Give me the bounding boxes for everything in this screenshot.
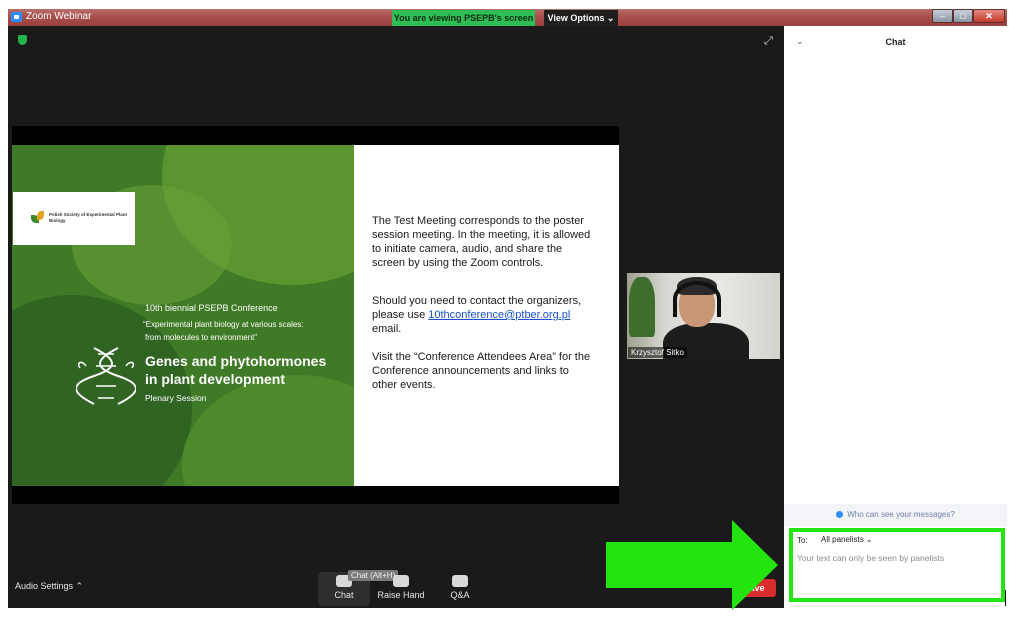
chat-input-placeholder[interactable]: Your text can only be seen by panelists (797, 553, 944, 563)
organizer-email-link[interactable]: 10thconference@ptber.org.pl (428, 309, 570, 321)
chat-button-label: Chat (334, 590, 354, 600)
participant-name: Krzysztof Sitko (628, 347, 687, 358)
shared-screen-slide: Polish Society of Experimental Plant Bio… (12, 126, 619, 504)
view-options-button[interactable]: View Options ⌄ (544, 10, 618, 26)
qa-icon (452, 575, 468, 587)
zoom-window: Zoom Webinar You are viewing PSEPB's scr… (0, 0, 1024, 624)
info-paragraph-2-end: email. (372, 323, 402, 335)
audio-settings-button[interactable]: Audio Settings ⌃ (15, 581, 83, 592)
to-label: To: (797, 536, 808, 545)
window-title: Zoom Webinar (26, 11, 92, 22)
slide-green-panel: Polish Society of Experimental Plant Bio… (12, 145, 354, 486)
zoom-app-icon (11, 12, 22, 22)
headset-icon (673, 281, 721, 317)
info-paragraph-1: The Test Meeting corresponds to the post… (372, 215, 591, 269)
chat-title: Chat (885, 37, 906, 47)
slide-info-panel: The Test Meeting corresponds to the post… (354, 145, 619, 486)
hand-icon (393, 575, 409, 587)
leaf-logo-icon (29, 209, 45, 227)
text-cursor (1005, 590, 1006, 606)
recipient-select[interactable]: All panelists ⌄ (821, 535, 873, 544)
info-paragraph-3: Visit the “Conference Attendees Area” fo… (372, 351, 591, 391)
maximize-button[interactable]: □ (953, 9, 973, 23)
dna-icon (76, 347, 136, 405)
info-paragraph-2: Should you need to contact the organizer… (372, 294, 597, 336)
conference-subtitle-line-1: “Experimental plant biology at various s… (143, 320, 304, 329)
security-shield-icon[interactable] (18, 35, 27, 45)
decor-blob (182, 375, 354, 486)
people-icon (836, 511, 844, 519)
who-can-see-text: Who can see your messages? (847, 510, 955, 519)
chat-panel: ⌄ Chat Who can see your messages? To: Al… (784, 26, 1007, 608)
who-can-see-link[interactable]: Who can see your messages? (784, 504, 1007, 526)
session-title-line-2: in plant development (145, 371, 286, 387)
conference-title: 10th biennial PSEPB Conference (145, 303, 278, 313)
logo-text: Polish Society of Experimental Plant Bio… (49, 212, 128, 223)
fullscreen-expand-icon[interactable]: ⤢ (764, 35, 773, 48)
close-button[interactable]: ✕ (973, 9, 1005, 23)
minimize-button[interactable]: – (932, 9, 953, 23)
video-plant (629, 277, 655, 337)
raise-hand-label: Raise Hand (377, 590, 425, 600)
highlight-arrow-icon (606, 520, 778, 610)
chat-input-area[interactable]: To: All panelists ⌄ Your text can only b… (789, 528, 1005, 602)
qa-label: Q&A (450, 590, 470, 600)
society-logo: Polish Society of Experimental Plant Bio… (13, 192, 135, 245)
conference-subtitle-line-2: from molecules to environment” (145, 333, 258, 342)
participant-video[interactable]: Krzysztof Sitko (627, 273, 780, 359)
raise-hand-button[interactable]: Raise Hand (375, 572, 427, 606)
qa-button[interactable]: Q&A (434, 572, 486, 606)
viewing-screen-banner: You are viewing PSEPB's screen (392, 10, 535, 26)
session-title-line-1: Genes and phytohormones (145, 353, 327, 369)
session-type: Plenary Session (145, 393, 207, 403)
